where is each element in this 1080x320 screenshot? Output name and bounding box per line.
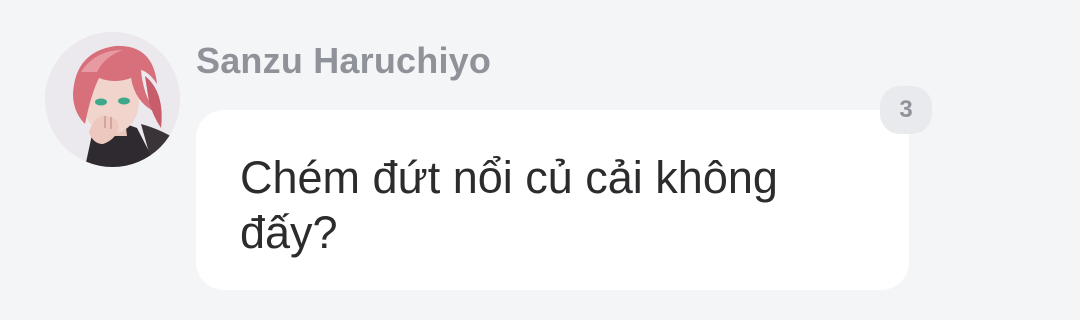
message-bubble[interactable]: Chém đứt nổi củ cải không đấy? bbox=[196, 110, 909, 290]
avatar[interactable] bbox=[45, 32, 180, 167]
user-avatar-icon bbox=[45, 32, 180, 167]
reaction-count-badge[interactable]: 3 bbox=[880, 86, 932, 134]
sender-name[interactable]: Sanzu Haruchiyo bbox=[196, 40, 491, 82]
message-text: Chém đứt nổi củ cải không đấy? bbox=[240, 152, 778, 258]
